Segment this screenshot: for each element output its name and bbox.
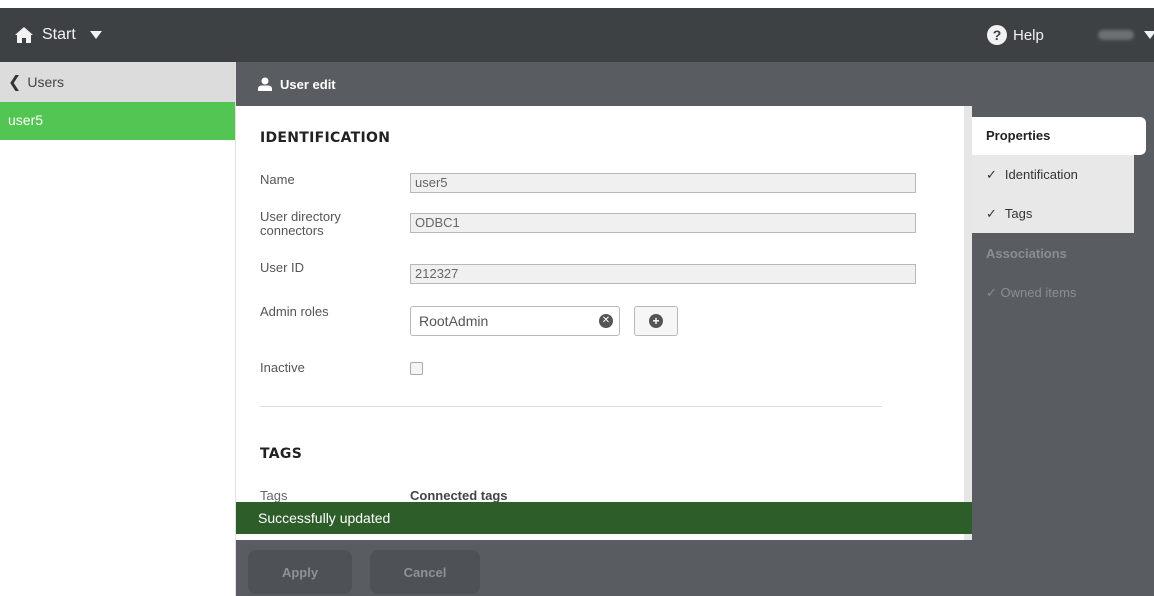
user-menu[interactable] bbox=[1098, 8, 1154, 62]
chevron-down-icon bbox=[89, 31, 102, 39]
section-title-tags: TAGS bbox=[260, 446, 303, 462]
udc-label-line1: User directory bbox=[260, 209, 341, 224]
plus-icon: + bbox=[649, 314, 663, 328]
help-label: Help bbox=[1013, 26, 1044, 44]
chevron-left-icon: ❮ bbox=[8, 74, 22, 91]
inactive-label: Inactive bbox=[260, 360, 305, 375]
associations-heading: Associations bbox=[986, 246, 1067, 261]
page-header: User edit bbox=[236, 62, 1154, 106]
section-title-identification: IDENTIFICATION bbox=[260, 130, 391, 146]
start-label: Start bbox=[42, 26, 76, 43]
user-id-field[interactable]: 212327 bbox=[410, 264, 916, 284]
divider bbox=[260, 406, 882, 407]
cancel-button[interactable]: Cancel bbox=[370, 550, 480, 594]
properties-item-label: Tags bbox=[1004, 206, 1033, 221]
top-bar: Start ? Help bbox=[0, 8, 1154, 62]
scrollbar[interactable] bbox=[964, 106, 972, 540]
tab-properties[interactable]: Properties bbox=[972, 117, 1146, 155]
left-panel: ❮ Users user5 bbox=[0, 62, 236, 596]
add-admin-role-button[interactable]: + bbox=[634, 306, 678, 336]
admin-roles-label: Admin roles bbox=[260, 304, 329, 319]
avatar bbox=[1098, 30, 1134, 40]
success-toast: Successfully updated bbox=[236, 502, 972, 534]
main-area: User edit IDENTIFICATION Name user5 User… bbox=[236, 62, 1154, 596]
edit-form: IDENTIFICATION Name user5 User directory… bbox=[236, 106, 972, 540]
list-item-label: user5 bbox=[8, 112, 44, 128]
properties-item-label: Identification bbox=[1004, 167, 1078, 182]
check-icon: ✓ bbox=[986, 205, 997, 221]
start-menu[interactable]: Start bbox=[14, 8, 102, 62]
properties-list: ✓ Identification ✓ Tags bbox=[972, 155, 1134, 233]
chevron-down-icon bbox=[1144, 31, 1154, 39]
user-directory-connectors-label: User directory connectors bbox=[260, 210, 341, 238]
check-icon: ✓ bbox=[986, 166, 997, 182]
home-icon bbox=[15, 27, 33, 43]
admin-role-tag[interactable]: RootAdmin ✕ bbox=[410, 306, 620, 336]
user-icon bbox=[258, 77, 272, 91]
help-icon: ? bbox=[987, 25, 1007, 45]
associations-item-owned-items[interactable]: ✓ Owned items bbox=[986, 285, 1076, 301]
admin-role-value: RootAdmin bbox=[419, 313, 489, 329]
user-id-label: User ID bbox=[260, 260, 305, 275]
tags-label: Tags bbox=[260, 488, 288, 503]
name-label: Name bbox=[260, 172, 295, 187]
associations-item-label: Owned items bbox=[1000, 285, 1077, 300]
list-item-user5[interactable]: user5 bbox=[0, 102, 235, 140]
name-field[interactable]: user5 bbox=[410, 173, 916, 193]
properties-item-identification[interactable]: ✓ Identification bbox=[972, 155, 1134, 194]
connected-tags-label: Connected tags bbox=[410, 488, 508, 503]
udc-label-line2: connectors bbox=[260, 223, 324, 238]
user-directory-connectors-field[interactable]: ODBC1 bbox=[410, 213, 916, 233]
clear-icon[interactable]: ✕ bbox=[599, 314, 613, 328]
back-to-users-button[interactable]: ❮ Users bbox=[0, 62, 235, 102]
back-label: Users bbox=[27, 74, 64, 90]
help-button[interactable]: ? Help bbox=[987, 8, 1044, 62]
properties-item-tags[interactable]: ✓ Tags bbox=[972, 194, 1134, 233]
inactive-checkbox[interactable] bbox=[410, 362, 423, 375]
apply-button[interactable]: Apply bbox=[248, 550, 352, 594]
page-title: User edit bbox=[280, 76, 336, 92]
check-icon: ✓ bbox=[986, 285, 997, 300]
